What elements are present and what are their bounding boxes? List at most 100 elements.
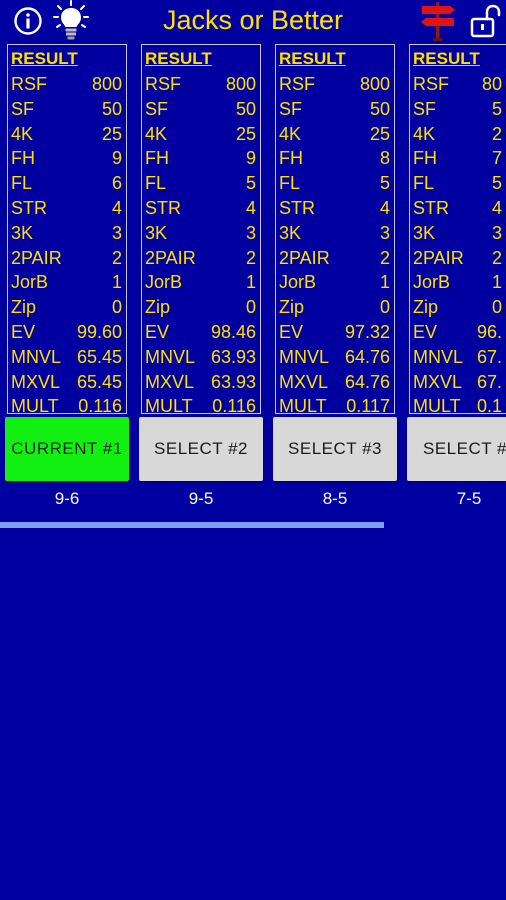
row-value: 63.93 xyxy=(210,371,256,392)
paytable-row: 2PAIR 2 xyxy=(279,246,390,271)
paytable-row: STR 4 xyxy=(11,196,122,221)
paytable-row: 4K 25 xyxy=(145,122,256,147)
row-value: 1 xyxy=(379,272,390,293)
row-label: SF xyxy=(279,98,303,119)
row-label: JorB xyxy=(279,272,317,293)
paytable-row: EV 96. xyxy=(413,320,502,345)
select-button-2[interactable]: SELECT #2 xyxy=(139,417,263,481)
row-label: STR xyxy=(279,198,315,218)
paytable-row: EV 98.46 xyxy=(145,320,256,345)
app-title: Jacks or Better xyxy=(162,5,344,35)
row-label: MULT xyxy=(145,396,193,417)
row-label: 2PAIR xyxy=(413,247,464,268)
row-label: STR xyxy=(145,198,181,218)
paytable-header: RESULT xyxy=(413,49,480,68)
paytable-row: Zip 0 xyxy=(279,295,390,320)
paytable-row: FH 9 xyxy=(11,146,122,171)
row-label: SF xyxy=(413,98,437,119)
paytable-row: SF 5 xyxy=(413,97,502,122)
row-label: MNVL xyxy=(11,346,62,367)
row-label: JorB xyxy=(11,272,49,293)
row-label: SF xyxy=(145,98,169,119)
row-value: 800 xyxy=(225,74,256,94)
row-label: 2PAIR xyxy=(11,247,62,268)
select-button-4[interactable]: SELECT # xyxy=(407,417,506,481)
paytable-row: SF 50 xyxy=(145,97,256,122)
info-icon[interactable] xyxy=(13,6,43,36)
row-label: FH xyxy=(279,148,303,169)
row-label: Zip xyxy=(413,297,439,318)
paytable-row: FH 9 xyxy=(145,146,256,171)
row-value: 0 xyxy=(111,297,122,318)
row-value: 0.1 xyxy=(476,396,502,417)
row-label: SF xyxy=(11,98,35,119)
select-button-3[interactable]: SELECT #3 xyxy=(273,417,397,481)
paytable-row: JorB 1 xyxy=(145,270,256,295)
paytable-header: RESULT xyxy=(279,49,346,68)
paytable-row: STR 4 xyxy=(145,196,256,221)
row-label: 3K xyxy=(11,222,34,243)
lightbulb-icon[interactable] xyxy=(52,0,90,42)
row-value: 3 xyxy=(245,222,256,243)
paytable-row: RSF 80 xyxy=(413,72,502,97)
row-label: FL xyxy=(11,173,33,194)
paytable-row: MULT 0.116 xyxy=(145,394,256,419)
row-label: RSF xyxy=(279,74,315,94)
paytable-row: JorB 1 xyxy=(11,270,122,295)
row-value: 64.76 xyxy=(344,346,390,367)
current-button-1[interactable]: CURRENT #1 xyxy=(5,417,129,481)
paytable-row: MULT 0.1 xyxy=(413,394,502,419)
row-label: MXVL xyxy=(11,371,61,392)
row-value: 0 xyxy=(491,297,502,318)
paytable-row: MXVL 65.45 xyxy=(11,370,122,395)
horizontal-scrollbar[interactable] xyxy=(0,522,384,528)
row-label: MULT xyxy=(279,396,327,417)
paytable-label-2: 9-5 xyxy=(188,489,214,508)
row-value: 2 xyxy=(245,247,256,268)
paytable-row: 3K 3 xyxy=(279,221,390,246)
paytable-row: MNVL 67. xyxy=(413,345,502,370)
paytable-header: RESULT xyxy=(11,49,78,68)
row-value: 64.76 xyxy=(344,371,390,392)
row-value: 4 xyxy=(111,198,122,218)
row-value: 67. xyxy=(476,346,502,367)
row-value: 97.32 xyxy=(344,322,390,342)
row-label: FH xyxy=(11,148,35,169)
row-value: 0.116 xyxy=(212,396,256,417)
row-label: RSF xyxy=(145,74,181,94)
paytable-row: 4K 2 xyxy=(413,122,502,147)
paytable-row: MULT 0.117 xyxy=(279,394,390,419)
row-label: 2PAIR xyxy=(279,247,330,268)
paytable-row: 4K 25 xyxy=(11,122,122,147)
row-value: 1 xyxy=(111,272,122,293)
paytable-row: JorB 1 xyxy=(413,270,502,295)
row-label: 4K xyxy=(145,123,168,144)
row-label: EV xyxy=(413,322,438,342)
row-value: 67. xyxy=(476,371,502,392)
row-value: 4 xyxy=(491,198,502,218)
paytable-row: RSF 800 xyxy=(279,72,390,97)
lock-icon[interactable] xyxy=(469,4,501,38)
paytable-columns[interactable]: RESULT RSF 800 SF 50 4K 25 FH 9 FL 6 STR 4 3K 3… xyxy=(0,44,506,524)
paytable-row: FL 5 xyxy=(145,171,256,196)
row-label: 3K xyxy=(279,222,302,243)
row-value: 96. xyxy=(476,322,502,342)
row-value: 65.45 xyxy=(76,371,122,392)
paytable-row: Zip 0 xyxy=(11,295,122,320)
row-value: 80 xyxy=(481,74,502,94)
paytable-1: RESULT RSF 800 SF 50 4K 25 FH 9 FL 6 STR 4 3K 3… xyxy=(7,44,127,416)
row-label: Zip xyxy=(145,297,171,318)
row-label: 2PAIR xyxy=(145,247,196,268)
paytable-row: RSF 800 xyxy=(11,72,122,97)
signpost-icon[interactable] xyxy=(418,0,458,42)
row-value: 1 xyxy=(245,272,256,293)
row-label: Zip xyxy=(11,297,37,318)
row-value: 3 xyxy=(379,222,390,243)
paytable-row: Zip 0 xyxy=(413,295,502,320)
row-value: 5 xyxy=(491,173,502,194)
row-value: 6 xyxy=(111,173,122,194)
row-value: 3 xyxy=(111,222,122,243)
row-label: JorB xyxy=(145,272,183,293)
paytable-2: RESULT RSF 800 SF 50 4K 25 FH 9 FL 5 STR 4 3K 3… xyxy=(141,44,261,416)
row-label: MXVL xyxy=(145,371,195,392)
